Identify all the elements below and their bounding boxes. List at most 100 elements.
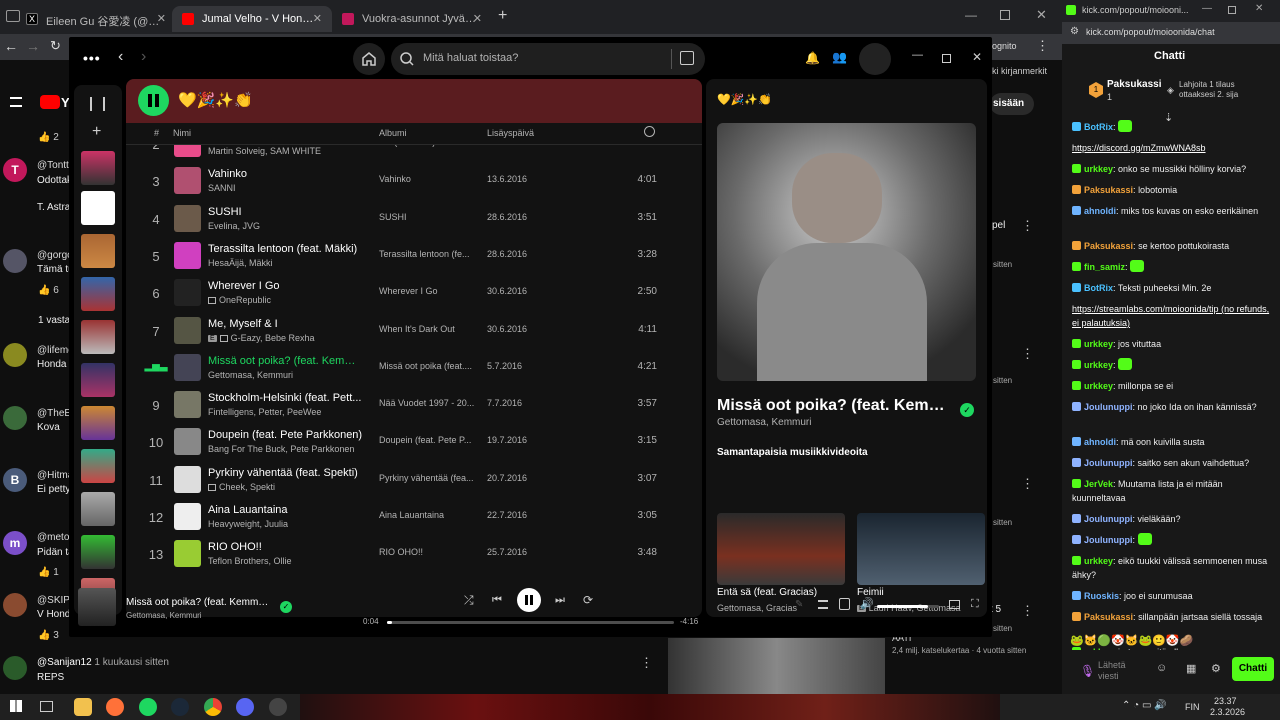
track-album[interactable]: RIO OHO!! xyxy=(379,547,475,557)
chat-username[interactable]: urkkey xyxy=(1084,556,1113,566)
playlist-thumbnail[interactable] xyxy=(81,449,115,483)
chat-username[interactable]: Joulunuppi xyxy=(1084,514,1133,524)
track-title[interactable]: Missä oot poika? (feat. Kemmuri) xyxy=(717,397,950,415)
close-icon[interactable]: ✕ xyxy=(313,12,322,25)
play-pause-button[interactable] xyxy=(138,85,169,116)
avatar[interactable]: B xyxy=(3,468,27,492)
friends-icon[interactable]: 👥 xyxy=(832,50,847,64)
saved-check-icon[interactable]: ✓ xyxy=(960,403,974,417)
track-row[interactable]: 3 Vahinko SANNI Vahinko 13.6.2016 4:01 xyxy=(126,162,702,199)
close-icon[interactable]: ✕ xyxy=(972,50,982,64)
track-title[interactable]: Vahinko xyxy=(208,168,364,180)
video-menu-icon[interactable]: ⋮ xyxy=(1021,218,1034,234)
volume-icon[interactable]: 🔊 xyxy=(860,597,874,610)
search-box[interactable]: Mitä haluat toistaa? xyxy=(391,43,705,75)
track-album[interactable]: Doupein (feat. Pete P... xyxy=(379,435,475,445)
close-icon[interactable]: ✕ xyxy=(473,12,482,25)
chat-username[interactable]: Ruoskis xyxy=(1084,591,1119,601)
chat-username[interactable]: JerVek xyxy=(1084,479,1113,489)
track-row[interactable]: 12 Aina Lauantaina Heavyweight, Juulia Aina… xyxy=(126,498,702,535)
close-window-icon[interactable]: ✕ xyxy=(1036,7,1047,23)
incognito-label[interactable]: ognito xyxy=(992,41,1017,51)
library-icon[interactable] xyxy=(90,97,105,111)
track-artists[interactable]: Gettomasa, Kemmuri xyxy=(717,417,811,428)
track-artists[interactable]: Teflon Brothers, Ollie xyxy=(208,556,364,566)
track-title[interactable]: Doupein (feat. Pete Parkkonen) xyxy=(208,429,364,441)
playlist-thumbnail[interactable] xyxy=(81,151,115,185)
track-row[interactable]: 10 Doupein (feat. Pete Parkkonen) Bang For… xyxy=(126,423,702,460)
chat-username[interactable]: urkkey xyxy=(1084,339,1113,349)
forward-icon[interactable]: → xyxy=(26,38,40,54)
lyrics-icon[interactable]: ✎ xyxy=(795,599,803,610)
comment-author[interactable]: @gorgo xyxy=(37,250,73,261)
forward-icon[interactable]: › xyxy=(141,48,146,66)
track-artists[interactable]: HesaÄijä, Mäkki xyxy=(208,258,364,268)
avatar[interactable] xyxy=(3,656,27,680)
track-row[interactable]: 2 Martin Solveig, SAM WHITE + 1 (Remixes) 7… xyxy=(126,145,702,162)
close-icon[interactable]: ✕ xyxy=(157,12,166,25)
avatar[interactable] xyxy=(3,343,27,367)
track-title[interactable]: RIO OHO!! xyxy=(208,541,364,553)
firefox-icon[interactable] xyxy=(106,698,124,716)
video-menu-icon[interactable]: ⋮ xyxy=(1021,603,1034,619)
track-album[interactable]: + 1 (Remixes) xyxy=(379,145,475,147)
youtube-logo-icon[interactable] xyxy=(40,95,60,109)
replies-toggle[interactable]: 1 vasta xyxy=(38,315,70,326)
avatar[interactable] xyxy=(859,43,891,75)
chat-username[interactable]: urkkey xyxy=(1084,360,1113,370)
avatar[interactable]: m xyxy=(3,531,27,555)
video-title-fragment[interactable]: pel xyxy=(992,220,1005,231)
maximize-icon[interactable] xyxy=(1228,6,1236,14)
chrome-icon[interactable] xyxy=(204,698,222,716)
track-title[interactable]: Missä oot poika? (feat. Kemmuri) xyxy=(208,355,364,367)
track-artists[interactable]: Cheek, Spekti xyxy=(208,482,364,492)
track-artists[interactable]: Fintelligens, Petter, PeeWee xyxy=(208,407,364,417)
track-album[interactable]: Pyrkiny vähentää (fea... xyxy=(379,473,475,483)
track-artists[interactable]: E G-Eazy, Bebe Rexha xyxy=(208,333,364,343)
video-thumbnail[interactable] xyxy=(857,513,985,585)
track-row[interactable]: 13 RIO OHO!! Teflon Brothers, Ollie RIO OHO… xyxy=(126,535,702,572)
chat-username[interactable]: Paksukassi xyxy=(1084,612,1133,622)
avatar[interactable]: T xyxy=(3,158,27,182)
player-track-artists[interactable]: Gettomasa, Kemmuri xyxy=(126,611,202,620)
shuffle-icon[interactable]: ⤮ xyxy=(464,593,474,608)
language-indicator[interactable]: FIN xyxy=(1185,702,1200,712)
column-name[interactable]: Nimi xyxy=(173,128,191,138)
track-album[interactable]: Aina Lauantaina xyxy=(379,510,475,520)
volume-slider[interactable] xyxy=(877,605,939,608)
column-added[interactable]: Lisäyspäivä xyxy=(487,128,534,138)
chat-link[interactable]: https://discord.gg/mZmwWNA8sb xyxy=(1072,143,1206,153)
browser-tab-1[interactable]: X Eileen Gu 谷愛凌 (@GoEileenG ✕ xyxy=(16,6,176,32)
track-title[interactable]: SUSHI xyxy=(208,206,364,218)
track-title[interactable]: Me, Myself & I xyxy=(208,318,364,330)
new-tab-button[interactable]: + xyxy=(498,7,507,25)
playlist-thumbnail[interactable] xyxy=(81,492,115,526)
next-icon[interactable]: ⏭ xyxy=(555,594,565,607)
back-icon[interactable]: ‹ xyxy=(118,48,123,66)
comment-author[interactable]: @metor xyxy=(37,532,73,543)
reload-icon[interactable]: ↻ xyxy=(50,38,61,54)
chat-username[interactable]: ahnoldi xyxy=(1084,437,1116,447)
previous-icon[interactable]: ⏮ xyxy=(492,594,502,607)
spotify-icon[interactable] xyxy=(139,698,157,716)
playlist-thumbnail[interactable] xyxy=(81,234,115,268)
track-artists[interactable]: Gettomasa, Kemmuri xyxy=(208,370,364,380)
avatar[interactable] xyxy=(3,249,27,273)
browse-icon[interactable] xyxy=(680,51,694,65)
track-title[interactable]: Wherever I Go xyxy=(208,280,364,292)
player-album-art[interactable] xyxy=(78,588,116,626)
playlist-thumbnail[interactable] xyxy=(81,363,115,397)
repeat-icon[interactable]: ⟳ xyxy=(583,593,593,607)
more-menu-icon[interactable]: ••• xyxy=(83,50,101,66)
video-thumbnail[interactable] xyxy=(668,638,885,694)
chat-username[interactable]: urkkey xyxy=(1084,164,1113,174)
playlist-thumbnail[interactable] xyxy=(81,277,115,311)
chat-username[interactable]: Joulunuppi xyxy=(1084,458,1133,468)
chat-username[interactable]: BotRix xyxy=(1084,122,1113,132)
play-pause-button[interactable] xyxy=(517,588,541,612)
top-gifter-name[interactable]: Paksukassi xyxy=(1107,79,1162,90)
minimize-icon[interactable]: — xyxy=(1202,3,1212,14)
maximize-icon[interactable] xyxy=(942,54,951,63)
browser-tab-2[interactable]: Jumal Velho - V Honda - YouTu ✕ xyxy=(172,6,332,32)
queue-icon[interactable] xyxy=(818,600,828,609)
